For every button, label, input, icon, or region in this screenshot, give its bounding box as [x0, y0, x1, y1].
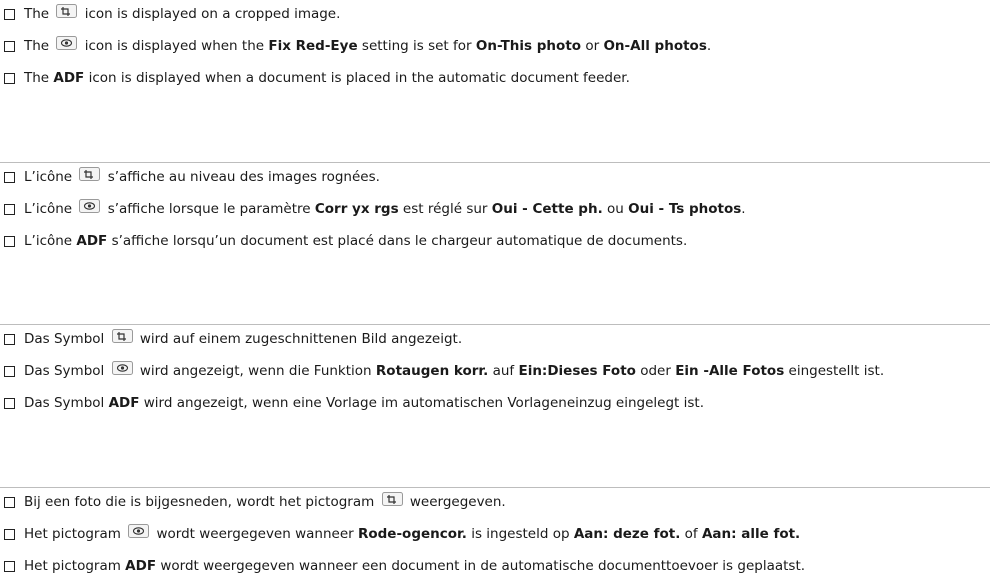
bold-term: ADF	[125, 558, 157, 574]
text-run: wordt weergegeven wanneer een document i…	[156, 558, 806, 574]
bold-term: On-All photos	[603, 38, 707, 54]
list-item: L’icône s’affiche lorsque le paramètre C…	[4, 199, 746, 219]
item-text: Das Symbol wird angezeigt, wenn die Funk…	[24, 361, 884, 381]
item-text: Het pictogram wordt weergegeven wanneer …	[24, 524, 800, 544]
checkbox-icon	[4, 528, 15, 540]
red-eye-icon	[111, 361, 133, 375]
text-run: icon is displayed when a document is pla…	[84, 70, 630, 86]
bold-term: On-This photo	[475, 38, 582, 54]
text-run: s’affiche au niveau des images rognées.	[103, 169, 380, 185]
text-run: weergegeven.	[405, 494, 506, 510]
text-run: L’icône	[24, 169, 77, 185]
checkbox-icon	[4, 8, 15, 20]
text-run: wird angezeigt, wenn eine Vorlage im aut…	[139, 395, 705, 411]
text-run: Bij een foto die is bijgesneden, wordt h…	[24, 494, 379, 510]
crop-icon	[56, 4, 78, 18]
item-text: Das Symbol ADF wird angezeigt, wenn eine…	[24, 393, 704, 413]
item-text: The ADF icon is displayed when a documen…	[24, 68, 630, 88]
list-item: L’icône s’affiche au niveau des images r…	[4, 167, 380, 187]
text-run: L’icône	[24, 201, 77, 217]
text-run: oder	[635, 363, 676, 379]
bold-term: Aan: deze fot.	[573, 526, 681, 542]
list-item: The icon is displayed when the Fix Red-E…	[4, 36, 711, 56]
text-run: icon is displayed when the	[80, 38, 269, 54]
text-run: eingestellt ist.	[784, 363, 885, 379]
red-eye-icon	[79, 199, 101, 213]
text-run: The	[24, 38, 54, 54]
text-run: The	[24, 6, 54, 22]
bold-term: Oui - Ts photos	[628, 201, 742, 217]
list-item: The ADF icon is displayed when a documen…	[4, 68, 630, 88]
text-run: .	[741, 201, 746, 217]
text-run: wird auf einem zugeschnittenen Bild ange…	[135, 331, 463, 347]
list-item: The icon is displayed on a cropped image…	[4, 4, 340, 24]
text-run: Das Symbol	[24, 331, 109, 347]
text-run: auf	[488, 363, 519, 379]
list-item: L’icône ADF s’affiche lorsqu’un document…	[4, 231, 687, 251]
text-run: Das Symbol	[24, 363, 109, 379]
crop-icon	[79, 167, 101, 181]
text-run: ou	[602, 201, 629, 217]
list-item: Het pictogram wordt weergegeven wanneer …	[4, 524, 800, 544]
list-item: Das Symbol ADF wird angezeigt, wenn eine…	[4, 393, 704, 413]
item-text: Das Symbol wird auf einem zugeschnittene…	[24, 329, 462, 349]
text-run: L’icône	[24, 233, 77, 249]
bold-term: ADF	[108, 395, 140, 411]
crop-icon	[111, 329, 133, 343]
section-divider	[0, 487, 990, 488]
red-eye-icon	[56, 36, 78, 50]
checkbox-icon	[4, 235, 15, 247]
text-run: wordt weergegeven wanneer	[152, 526, 358, 542]
checkbox-icon	[4, 203, 15, 215]
checkbox-icon	[4, 560, 15, 572]
bold-term: Ein:Dieses Foto	[518, 363, 636, 379]
text-run: or	[581, 38, 604, 54]
checkbox-icon	[4, 40, 15, 52]
bold-term: Corr yx rgs	[314, 201, 399, 217]
item-text: The icon is displayed on a cropped image…	[24, 4, 340, 24]
text-run: wird angezeigt, wenn die Funktion	[135, 363, 376, 379]
checkbox-icon	[4, 171, 15, 183]
text-run: The	[24, 70, 54, 86]
text-run: s’affiche lorsque le paramètre	[103, 201, 315, 217]
item-text: Het pictogram ADF wordt weergegeven wann…	[24, 556, 805, 576]
item-text: Bij een foto die is bijgesneden, wordt h…	[24, 492, 506, 512]
text-run: s’affiche lorsqu’un document est placé d…	[107, 233, 688, 249]
item-text: L’icône s’affiche lorsque le paramètre C…	[24, 199, 746, 219]
text-run: Das Symbol	[24, 395, 109, 411]
item-text: The icon is displayed when the Fix Red-E…	[24, 36, 711, 56]
list-item: Das Symbol wird auf einem zugeschnittene…	[4, 329, 462, 349]
bold-term: ADF	[53, 70, 85, 86]
list-item: Bij een foto die is bijgesneden, wordt h…	[4, 492, 506, 512]
section-divider	[0, 162, 990, 163]
section-divider	[0, 324, 990, 325]
list-item: Het pictogram ADF wordt weergegeven wann…	[4, 556, 805, 576]
bold-term: Rode-ogencor.	[357, 526, 467, 542]
bold-term: Ein -Alle Fotos	[675, 363, 785, 379]
item-text: L’icône ADF s’affiche lorsqu’un document…	[24, 231, 687, 251]
text-run: icon is displayed on a cropped image.	[80, 6, 341, 22]
crop-icon	[381, 492, 403, 506]
item-text: L’icône s’affiche au niveau des images r…	[24, 167, 380, 187]
text-run: setting is set for	[357, 38, 476, 54]
bold-term: Oui - Cette ph.	[491, 201, 603, 217]
text-run: est réglé sur	[398, 201, 492, 217]
red-eye-icon	[128, 524, 150, 538]
text-run: Het pictogram	[24, 526, 126, 542]
checkbox-icon	[4, 72, 15, 84]
text-run: is ingesteld op	[466, 526, 574, 542]
text-run: Het pictogram	[24, 558, 126, 574]
text-run: .	[706, 38, 712, 54]
checkbox-icon	[4, 397, 15, 409]
list-item: Das Symbol wird angezeigt, wenn die Funk…	[4, 361, 884, 381]
bold-term: ADF	[76, 233, 108, 249]
checkbox-icon	[4, 496, 15, 508]
checkbox-icon	[4, 365, 15, 377]
bold-term: Rotaugen korr.	[375, 363, 489, 379]
bold-term: Fix Red-Eye	[268, 38, 358, 54]
checkbox-icon	[4, 333, 15, 345]
text-run: of	[680, 526, 702, 542]
bold-term: Aan: alle fot.	[701, 526, 801, 542]
